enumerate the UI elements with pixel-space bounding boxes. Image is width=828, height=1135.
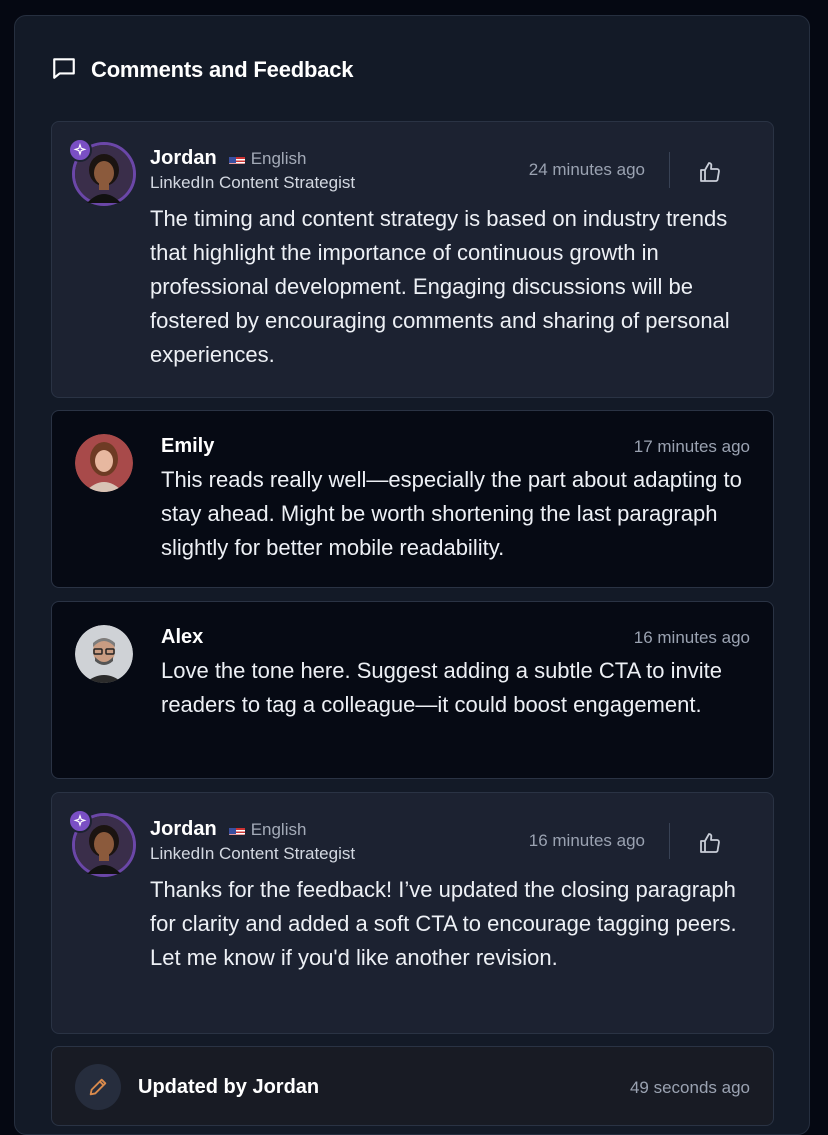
- timestamp: 49 seconds ago: [629, 1078, 750, 1097]
- timestamp: 24 minutes ago: [528, 160, 645, 179]
- language-label: English: [250, 148, 307, 168]
- us-flag-icon: [228, 824, 245, 835]
- ai-sparkle-icon: [68, 809, 92, 833]
- author-name: Alex: [161, 626, 204, 648]
- divider: [669, 823, 670, 859]
- pencil-icon: [75, 1064, 121, 1110]
- avatar: [75, 625, 133, 683]
- comment-text: Thanks for the feedback! I’ve updated th…: [150, 877, 737, 970]
- update-label: Updated by Jordan: [138, 1076, 320, 1098]
- thumbs-up-icon[interactable]: [695, 157, 725, 187]
- comments-panel: Comments and Feedback Jordan English Lin…: [14, 15, 810, 1135]
- message-square-icon: [51, 55, 77, 86]
- comment-card: Emily 17 minutes ago This reads really w…: [51, 410, 774, 588]
- author-name: Jordan: [150, 147, 217, 169]
- language-badge: English: [228, 148, 307, 169]
- us-flag-icon: [228, 153, 245, 164]
- divider: [669, 152, 670, 188]
- panel-header: Comments and Feedback: [51, 55, 354, 86]
- author-role: LinkedIn Content Strategist: [150, 844, 356, 863]
- comment-text: This reads really well—especially the pa…: [161, 467, 742, 560]
- comment-card: Jordan English LinkedIn Content Strategi…: [51, 792, 774, 1034]
- comment-card: Jordan English LinkedIn Content Strategi…: [51, 121, 774, 398]
- thumbs-up-icon[interactable]: [695, 828, 725, 858]
- panel-title: Comments and Feedback: [91, 57, 354, 82]
- language-label: English: [250, 819, 307, 839]
- language-badge: English: [228, 819, 307, 840]
- author-name: Emily: [161, 435, 215, 457]
- avatar: [75, 434, 133, 492]
- timestamp: 16 minutes ago: [633, 628, 750, 647]
- ai-sparkle-icon: [68, 138, 92, 162]
- author-name: Jordan: [150, 818, 217, 840]
- timestamp: 17 minutes ago: [633, 437, 750, 456]
- comment-text: The timing and content strategy is based…: [150, 206, 730, 367]
- comment-text: Love the tone here. Suggest adding a sub…: [161, 658, 722, 717]
- timestamp: 16 minutes ago: [528, 831, 645, 850]
- comment-card: Alex 16 minutes ago Love the tone here. …: [51, 601, 774, 779]
- author-role: LinkedIn Content Strategist: [150, 173, 356, 192]
- update-notice: Updated by Jordan 49 seconds ago: [51, 1046, 774, 1126]
